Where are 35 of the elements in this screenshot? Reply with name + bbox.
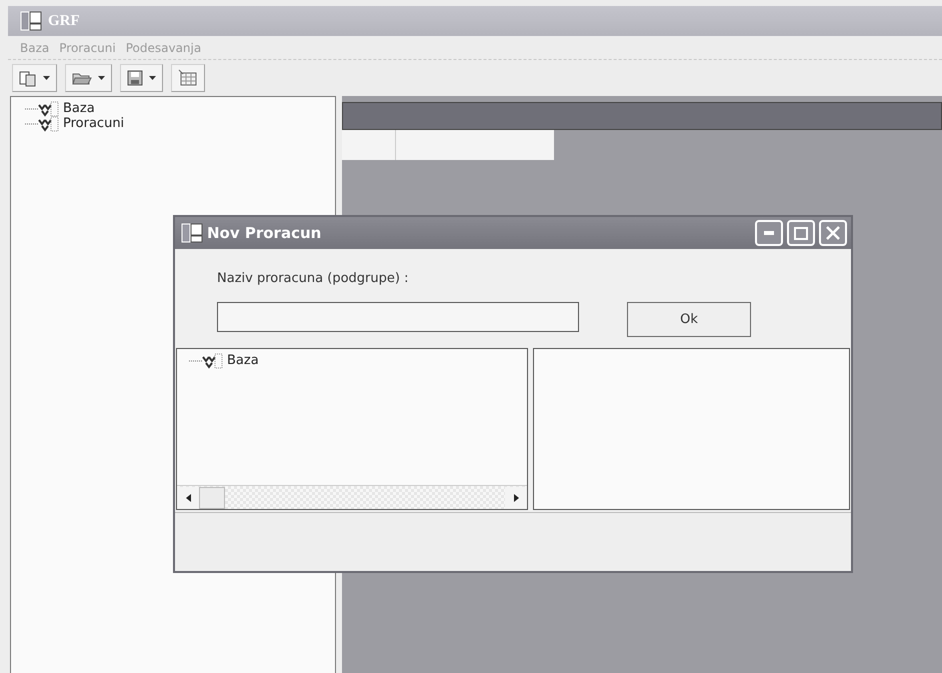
caret-icon: [98, 76, 105, 80]
left-arrow-icon: [186, 494, 190, 502]
minimize-button[interactable]: [755, 220, 783, 246]
dialog-icon: [181, 223, 203, 243]
scroll-right-button[interactable]: [505, 486, 527, 508]
scroll-thumb[interactable]: [199, 486, 225, 508]
close-icon: [826, 226, 840, 240]
field-label: Naziv proracuna (podgrupe) :: [217, 271, 410, 286]
table-icon: [178, 69, 198, 87]
minimize-icon: [764, 231, 774, 235]
toolbar-button[interactable]: [171, 64, 205, 92]
caret-icon: [43, 76, 50, 80]
maximize-icon: [794, 226, 808, 240]
close-button[interactable]: [819, 220, 847, 246]
scroll-left-button[interactable]: [177, 486, 199, 508]
save-icon: [127, 70, 143, 86]
app-icon: [20, 11, 42, 31]
right-arrow-icon: [514, 494, 518, 502]
toolbar-split-button[interactable]: [65, 64, 112, 92]
node-cluster-icon: [25, 116, 59, 132]
toolbar-split-button[interactable]: [12, 64, 57, 92]
name-field[interactable]: [217, 302, 579, 332]
ok-button[interactable]: Ok: [627, 302, 751, 337]
tree-node[interactable]: Proracuni: [63, 116, 124, 131]
horizontal-scrollbar[interactable]: [177, 485, 527, 509]
document-icon: [19, 69, 37, 87]
maximize-button[interactable]: [787, 220, 815, 246]
toolbar-split-button[interactable]: [120, 64, 163, 92]
caret-icon: [149, 76, 156, 80]
window-title: GRF: [48, 12, 80, 30]
tree-node[interactable]: Baza: [227, 353, 259, 368]
node-cluster-icon: [25, 100, 59, 116]
tree-node[interactable]: Baza: [63, 101, 95, 116]
dialog-title: Nov Proracun: [207, 224, 322, 242]
node-cluster-icon: [189, 352, 223, 368]
